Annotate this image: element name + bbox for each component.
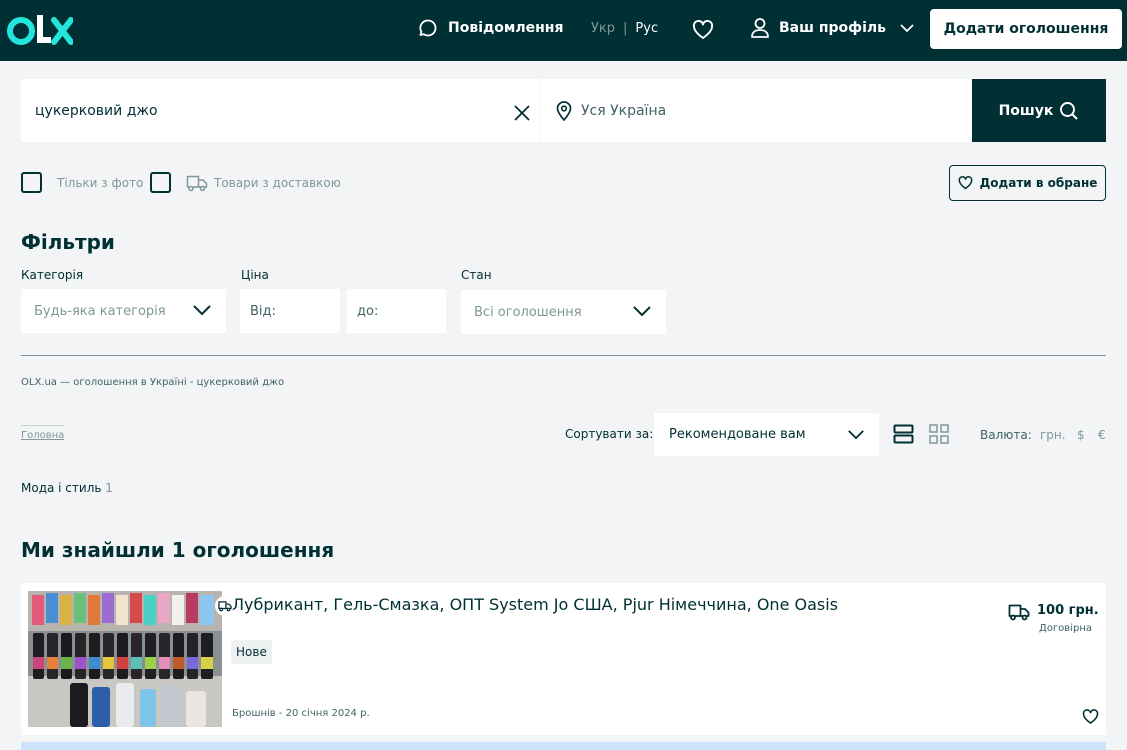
- currency-label: Валюта:: [980, 428, 1032, 442]
- delivery-checkbox[interactable]: [150, 172, 171, 193]
- search-button[interactable]: Пошук: [972, 79, 1106, 142]
- heart-icon[interactable]: [692, 19, 714, 41]
- chevron-down-icon: [900, 24, 914, 33]
- breadcrumb-home-link[interactable]: Головна: [21, 425, 65, 441]
- results-heading: Ми знайшли 1 оголошення: [21, 538, 335, 562]
- search-query: цукерковий джо: [35, 102, 158, 119]
- location-pin-icon: [556, 100, 572, 121]
- listing-image[interactable]: [28, 591, 222, 727]
- price-from-input[interactable]: Від:: [240, 289, 340, 333]
- add-to-favorites-button[interactable]: Додати в обране: [949, 165, 1106, 201]
- category-result-link[interactable]: Мода і стиль 1: [21, 481, 113, 495]
- currency-eur[interactable]: €: [1098, 428, 1106, 442]
- location-value: Уся Україна: [581, 102, 667, 119]
- messages-link[interactable]: Повідомлення: [418, 18, 563, 38]
- truck-icon: [186, 175, 208, 192]
- olx-logo[interactable]: [7, 10, 73, 50]
- location-input[interactable]: Уся Україна: [540, 79, 972, 142]
- listing-title[interactable]: Лубрикант, Гель-Смазка, ОПТ System Jo СШ…: [232, 595, 872, 614]
- category-select[interactable]: Будь-яка категорія: [21, 289, 226, 333]
- add-ad-button[interactable]: Додати оголошення: [930, 9, 1122, 49]
- price-from-placeholder: Від:: [250, 303, 276, 319]
- list-view-icon[interactable]: [893, 424, 914, 444]
- category-label: Категорія: [21, 268, 84, 282]
- currency-uah[interactable]: грн.: [1040, 428, 1066, 442]
- truck-icon: [1008, 604, 1030, 621]
- messages-label: Повідомлення: [448, 20, 564, 36]
- user-icon: [751, 18, 769, 38]
- sort-value: Рекомендоване вам: [669, 427, 806, 442]
- heart-icon: [958, 176, 972, 190]
- delivery-label: Товари з доставкою: [214, 176, 341, 190]
- condition-select[interactable]: Всі оголошення: [461, 290, 666, 334]
- filters-title: Фільтри: [21, 230, 115, 254]
- listing-location-date: Брошнів - 20 січня 2024 р.: [232, 708, 370, 719]
- sort-select[interactable]: Рекомендоване вам: [654, 413, 879, 456]
- price-label: Ціна: [241, 268, 269, 282]
- truck-icon: [218, 601, 232, 612]
- listing-price: 100 грн.: [1037, 603, 1099, 618]
- close-icon[interactable]: [512, 103, 532, 123]
- currency-usd[interactable]: $: [1077, 428, 1085, 442]
- search-icon: [1060, 101, 1079, 120]
- only-photo-checkbox[interactable]: [21, 172, 42, 193]
- grid-view-icon[interactable]: [929, 424, 949, 444]
- condition-label: Стан: [461, 268, 492, 282]
- listing-card[interactable]: Лубрикант, Гель-Смазка, ОПТ System Jo СШ…: [21, 583, 1106, 735]
- price-to-input[interactable]: до:: [347, 289, 446, 333]
- search-button-label: Пошук: [998, 102, 1054, 119]
- chevron-down-icon: [193, 305, 211, 316]
- top-header: Повідомлення Укр | Рус Ваш профіль Додат…: [0, 0, 1127, 61]
- category-result-name: Мода і стиль: [21, 481, 102, 495]
- sort-label: Сортувати за:: [565, 427, 654, 441]
- language-switch: Укр | Рус: [591, 21, 658, 36]
- profile-label: Ваш профіль: [779, 20, 886, 36]
- price-to-placeholder: до:: [357, 303, 379, 319]
- next-listing-card[interactable]: [21, 742, 1106, 750]
- heart-icon[interactable]: [1082, 709, 1099, 725]
- chat-icon: [419, 19, 437, 37]
- only-photo-label: Тільки з фото: [57, 176, 144, 190]
- search-input[interactable]: цукерковий джо: [21, 79, 539, 142]
- category-value: Будь-яка категорія: [34, 303, 166, 319]
- lang-separator: |: [623, 21, 628, 36]
- product-photo: [28, 591, 222, 727]
- profile-menu[interactable]: Ваш профіль: [750, 17, 915, 39]
- listing-negotiable: Договірна: [1039, 623, 1092, 634]
- lang-rus[interactable]: Рус: [635, 21, 658, 36]
- chevron-down-icon: [848, 430, 864, 440]
- category-result-count: 1: [105, 481, 113, 495]
- condition-value: Всі оголошення: [474, 304, 582, 320]
- chevron-down-icon: [633, 306, 651, 317]
- condition-badge: Нове: [231, 640, 272, 664]
- filters-divider: [21, 355, 1106, 356]
- add-to-favorites-label: Додати в обране: [979, 176, 1098, 190]
- page-heading: OLX.ua — оголошення в Україні - цукерков…: [21, 377, 285, 388]
- lang-ukr[interactable]: Укр: [591, 21, 615, 36]
